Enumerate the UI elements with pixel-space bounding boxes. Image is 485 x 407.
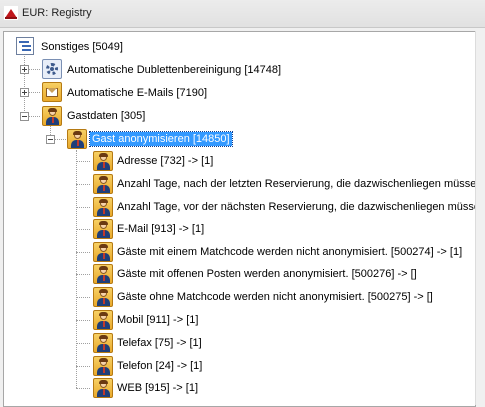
person-icon	[93, 333, 113, 353]
tree-node-child[interactable]: Anzahl Tage, vor der nächsten Reservieru…	[115, 200, 475, 214]
tree-node-child[interactable]: E-Mail [913] -> [1]	[115, 222, 206, 236]
title-bar: EUR: Registry	[0, 0, 485, 28]
collapse-toggle[interactable]	[46, 135, 55, 144]
mail-icon	[42, 82, 62, 102]
window-title: EUR: Registry	[22, 7, 92, 19]
app-icon	[4, 6, 18, 20]
person-icon	[42, 106, 62, 126]
person-icon	[93, 287, 113, 307]
person-icon	[93, 174, 113, 194]
tree-guide-line	[24, 54, 25, 117]
tree-guide-line	[76, 207, 90, 208]
tree-node-child[interactable]: Gäste ohne Matchcode werden nicht anonym…	[115, 290, 435, 304]
tree-node-dublettenbereinigung[interactable]: Automatische Dublettenbereinigung [14748…	[65, 63, 283, 77]
collapse-toggle[interactable]	[20, 112, 29, 121]
tree-guide-line	[76, 297, 90, 298]
tree-node-emails[interactable]: Automatische E-Mails [7190]	[65, 86, 209, 100]
tree-guide-line	[76, 274, 90, 275]
person-icon	[93, 151, 113, 171]
tree-guide-line	[76, 388, 90, 389]
tree-node-gastdaten[interactable]: Gastdaten [305]	[65, 109, 147, 123]
tree-guide-line	[76, 184, 90, 185]
tree-guide-line	[76, 229, 90, 230]
tree-node-child[interactable]: Mobil [911] -> [1]	[115, 313, 200, 327]
tree-node-child[interactable]: WEB [915] -> [1]	[115, 381, 200, 395]
person-icon	[93, 310, 113, 330]
person-icon	[93, 356, 113, 376]
registry-tree[interactable]: Sonstiges [5049] Automatische Dublettenb…	[3, 31, 476, 407]
tree-node-child[interactable]: Anzahl Tage, nach der letzten Reservieru…	[115, 177, 475, 191]
tree-node-child[interactable]: Adresse [732] -> [1]	[115, 154, 215, 168]
tree-guide-line	[76, 320, 90, 321]
expand-toggle[interactable]	[20, 88, 29, 97]
gear-icon	[42, 59, 62, 79]
tree-node-sonstiges[interactable]: Sonstiges [5049]	[39, 40, 125, 54]
tree-guide-line	[76, 150, 77, 388]
tree-guide-line	[76, 161, 90, 162]
tree-node-child[interactable]: Telefax [75] -> [1]	[115, 336, 204, 350]
tree-guide-line	[76, 343, 90, 344]
tree-guide-line	[76, 252, 90, 253]
tree-guide-line	[76, 366, 90, 367]
person-icon	[93, 264, 113, 284]
tree-node-child[interactable]: Gäste mit einem Matchcode werden nicht a…	[115, 245, 464, 259]
expand-toggle[interactable]	[20, 65, 29, 74]
tree-list-icon	[16, 37, 34, 55]
person-icon	[93, 197, 113, 217]
person-icon	[67, 129, 87, 149]
person-icon	[93, 242, 113, 262]
tree-node-child[interactable]: Telefon [24] -> [1]	[115, 359, 204, 373]
vertical-scrollbar[interactable]	[475, 31, 485, 405]
tree-node-gast-anonymisieren[interactable]: Gast anonymisieren [14850]	[89, 131, 233, 147]
tree-node-child[interactable]: Gäste mit offenen Posten werden anonymis…	[115, 267, 419, 281]
person-icon	[93, 378, 113, 398]
person-icon	[93, 219, 113, 239]
